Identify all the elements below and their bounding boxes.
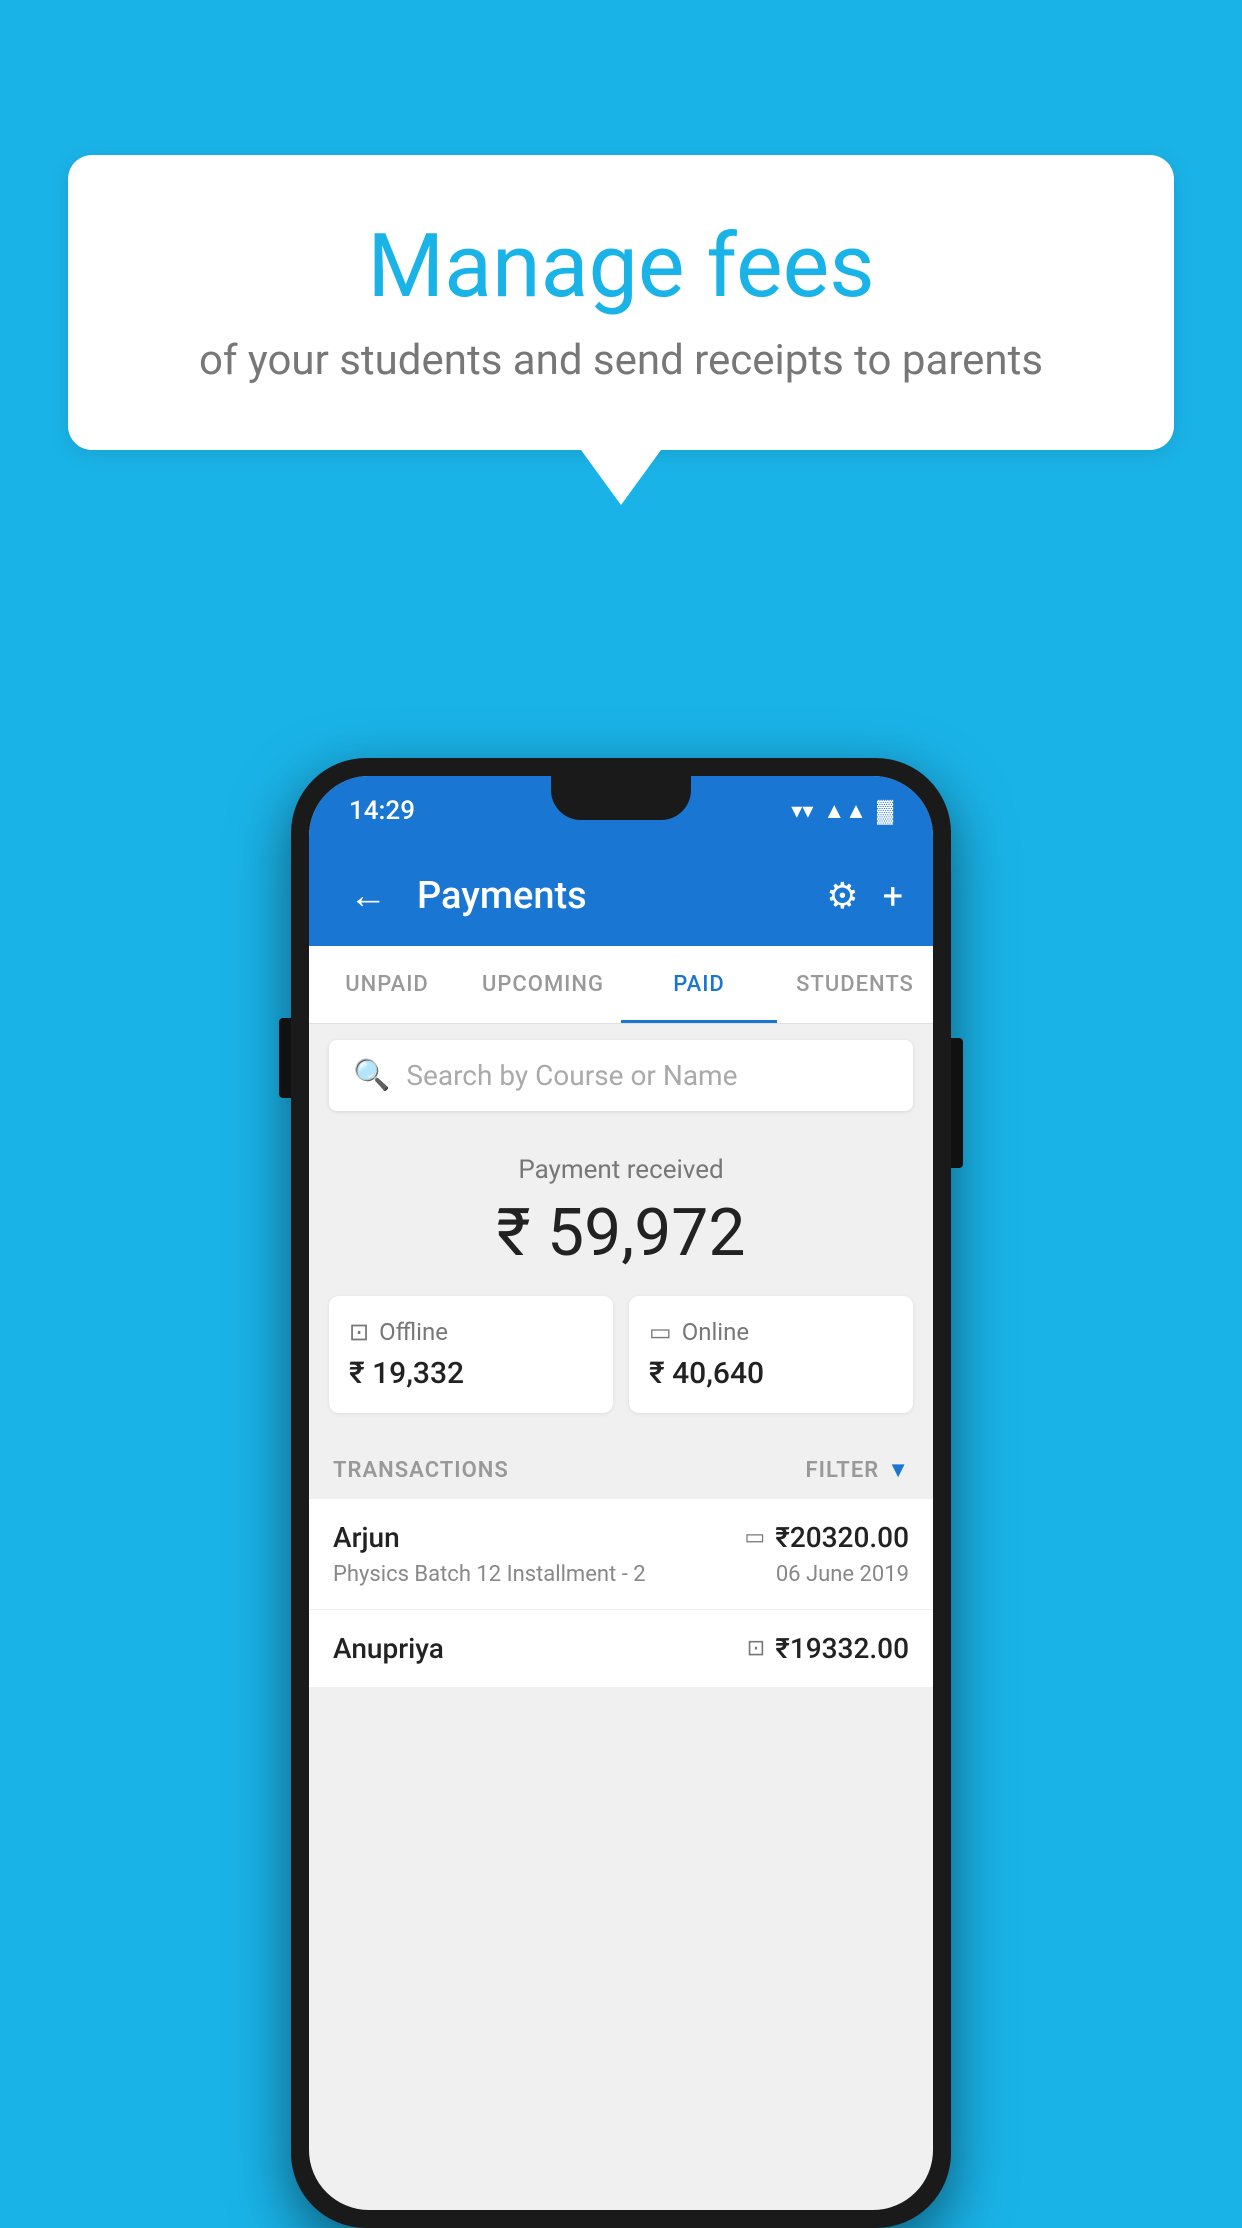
payment-received-label: Payment received xyxy=(329,1155,913,1185)
transaction-date: 06 June 2019 xyxy=(776,1562,909,1587)
speech-bubble-arrow xyxy=(581,450,661,505)
status-time: 14:29 xyxy=(349,796,415,826)
back-button[interactable]: ← xyxy=(339,864,397,928)
transaction-row-top: Anupriya ⊡ ₹19332.00 xyxy=(333,1632,909,1665)
transaction-course: Physics Batch 12 Installment - 2 xyxy=(333,1562,646,1587)
transaction-amount-area: ⊡ ₹19332.00 xyxy=(747,1632,909,1665)
payment-method-icon: ⊡ xyxy=(747,1636,765,1661)
online-card-header: ▭ Online xyxy=(649,1318,893,1346)
app-bar-actions: ⚙ + xyxy=(826,875,903,917)
phone-mockup: 14:29 ▾▾ ▲▲ ▓ ← Payments ⚙ + xyxy=(291,758,951,2228)
status-icons: ▾▾ ▲▲ ▓ xyxy=(791,798,893,824)
offline-card-header: ⊡ Offline xyxy=(349,1318,593,1346)
payment-method-icon: ▭ xyxy=(744,1525,765,1550)
payment-cards: ⊡ Offline ₹ 19,332 ▭ Online ₹ 40,640 xyxy=(329,1296,913,1413)
offline-card: ⊡ Offline ₹ 19,332 xyxy=(329,1296,613,1413)
tab-unpaid[interactable]: UNPAID xyxy=(309,946,465,1023)
transaction-list: Arjun ▭ ₹20320.00 Physics Batch 12 Insta… xyxy=(309,1499,933,1687)
tab-upcoming[interactable]: UPCOMING xyxy=(465,946,621,1023)
transactions-header: TRANSACTIONS FILTER ▼ xyxy=(309,1433,933,1499)
status-bar: 14:29 ▾▾ ▲▲ ▓ xyxy=(309,776,933,846)
transaction-amount-area: ▭ ₹20320.00 xyxy=(744,1521,909,1554)
offline-amount: ₹ 19,332 xyxy=(349,1356,593,1391)
transaction-name: Arjun xyxy=(333,1521,400,1554)
speech-bubble: Manage fees of your students and send re… xyxy=(68,155,1174,450)
payment-summary: Payment received ₹ 59,972 ⊡ Offline ₹ 19… xyxy=(309,1127,933,1433)
tab-students[interactable]: STUDENTS xyxy=(777,946,933,1023)
offline-icon: ⊡ xyxy=(349,1318,369,1346)
phone-screen: 14:29 ▾▾ ▲▲ ▓ ← Payments ⚙ + xyxy=(309,776,933,2210)
transaction-amount: ₹20320.00 xyxy=(775,1521,909,1554)
search-bar[interactable]: 🔍 Search by Course or Name xyxy=(329,1040,913,1111)
speech-bubble-subtitle: of your students and send receipts to pa… xyxy=(148,336,1094,385)
signal-icon: ▲▲ xyxy=(823,798,867,824)
tab-paid[interactable]: PAID xyxy=(621,946,777,1023)
speech-bubble-title: Manage fees xyxy=(148,215,1094,318)
wifi-icon: ▾▾ xyxy=(791,799,813,824)
transaction-amount: ₹19332.00 xyxy=(775,1632,909,1665)
filter-label: FILTER xyxy=(806,1458,880,1483)
online-amount: ₹ 40,640 xyxy=(649,1356,893,1391)
online-label: Online xyxy=(682,1318,749,1346)
search-icon: 🔍 xyxy=(353,1058,390,1093)
transaction-name: Anupriya xyxy=(333,1632,444,1665)
filter-button[interactable]: FILTER ▼ xyxy=(806,1457,909,1483)
app-bar-title: Payments xyxy=(417,874,806,918)
add-icon[interactable]: + xyxy=(883,875,903,917)
transaction-row-bottom: Physics Batch 12 Installment - 2 06 June… xyxy=(333,1562,909,1587)
app-bar: ← Payments ⚙ + xyxy=(309,846,933,946)
search-placeholder: Search by Course or Name xyxy=(406,1059,737,1092)
settings-icon[interactable]: ⚙ xyxy=(826,875,858,917)
transaction-row[interactable]: Arjun ▭ ₹20320.00 Physics Batch 12 Insta… xyxy=(309,1499,933,1610)
tab-bar: UNPAID UPCOMING PAID STUDENTS xyxy=(309,946,933,1024)
speech-bubble-container: Manage fees of your students and send re… xyxy=(68,155,1174,505)
online-icon: ▭ xyxy=(649,1318,672,1346)
offline-label: Offline xyxy=(379,1318,448,1346)
phone-outer-shell: 14:29 ▾▾ ▲▲ ▓ ← Payments ⚙ + xyxy=(291,758,951,2228)
transactions-label: TRANSACTIONS xyxy=(333,1458,509,1483)
transaction-row[interactable]: Anupriya ⊡ ₹19332.00 xyxy=(309,1610,933,1687)
transaction-row-top: Arjun ▭ ₹20320.00 xyxy=(333,1521,909,1554)
payment-total-amount: ₹ 59,972 xyxy=(329,1195,913,1272)
filter-icon: ▼ xyxy=(887,1457,909,1483)
online-card: ▭ Online ₹ 40,640 xyxy=(629,1296,913,1413)
battery-icon: ▓ xyxy=(877,798,893,824)
